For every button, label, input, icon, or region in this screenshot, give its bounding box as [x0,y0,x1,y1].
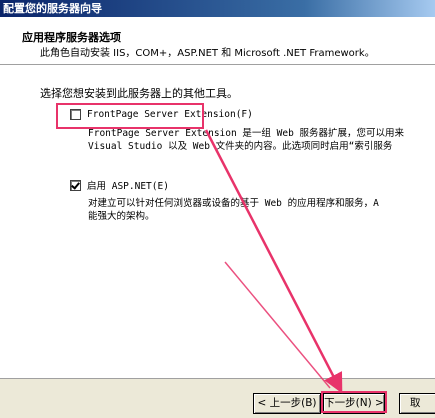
page-subtitle: 此角色自动安装 IIS，COM+，ASP.NET 和 Microsoft .NE… [40,48,375,59]
window-title: 配置您的服务器向导 [0,0,435,17]
next-button[interactable]: 下一步(N) > [323,393,385,414]
back-button[interactable]: < 上一步(B) [253,393,321,414]
frontpage-checkbox[interactable] [70,109,81,120]
frontpage-label: FrontPage Server Extension(F) [87,109,253,120]
aspnet-checkbox[interactable] [70,179,81,191]
aspnet-desc-line-1: 对建立可以针对任何浏览器或设备的基于 Web 的应用程序和服务，A [88,198,379,209]
frontpage-option[interactable]: FrontPage Server Extension(F) [70,109,253,120]
wizard-header: 应用程序服务器选项 此角色自动安装 IIS，COM+，ASP.NET 和 Mic… [0,17,435,65]
frontpage-desc-line-1: FrontPage Server Extension 是一组 Web 服务器扩展… [88,128,405,139]
aspnet-label: 启用 ASP.NET(E) [87,181,169,192]
wizard-content: 选择您想安装到此服务器上的其他工具。 FrontPage Server Exte… [0,65,435,378]
page-title: 应用程序服务器选项 [22,31,121,44]
tools-prompt: 选择您想安装到此服务器上的其他工具。 [40,87,238,100]
aspnet-description: 对建立可以针对任何浏览器或设备的基于 Web 的应用程序和服务，A 能强大的架构… [88,197,435,223]
frontpage-desc-line-2: Visual Studio 以及 Web 文件夹的内容。此选项同时启用“索引服务 [88,141,393,152]
cancel-button[interactable]: 取 [399,393,435,414]
frontpage-description: FrontPage Server Extension 是一组 Web 服务器扩展… [88,127,435,153]
wizard-footer: < 上一步(B) 下一步(N) > 取 [0,378,435,418]
aspnet-desc-line-2: 能强大的架构。 [88,211,155,222]
aspnet-option[interactable]: 启用 ASP.NET(E) [70,178,169,192]
